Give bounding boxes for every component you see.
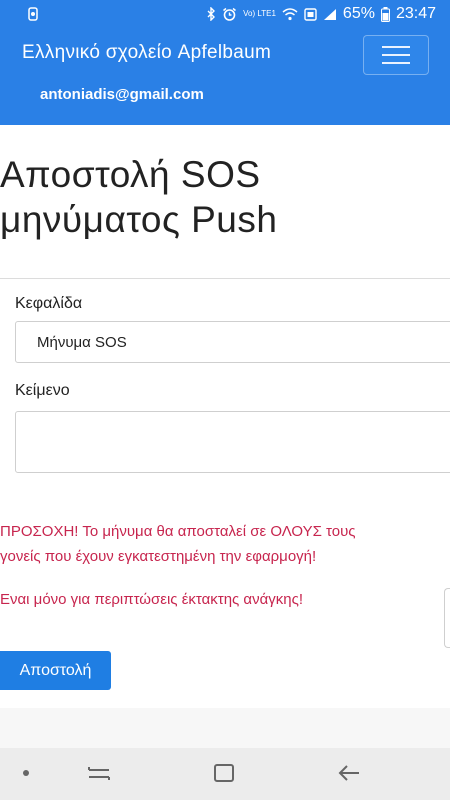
emergency-note: Εναι μόνο για περιπτώσεις έκτακτης ανάγκ… <box>0 591 304 608</box>
header-input[interactable] <box>15 321 450 363</box>
watch-icon <box>26 7 40 21</box>
app-title[interactable]: Ελληνικό σχολείο Apfelbaum <box>22 42 271 64</box>
battery-percent: 65% <box>342 5 375 22</box>
hamburger-icon <box>382 62 410 64</box>
divider <box>0 278 450 279</box>
body-field-label: Κείμενο <box>15 382 70 399</box>
warning-message: ΠΡΟΣΟΧΗ! Το μήνυμα θα αποσταλεί σε ΟΛΟΥΣ… <box>0 519 450 569</box>
hamburger-icon <box>382 46 410 48</box>
send-button[interactable]: Αποστολή <box>0 651 111 690</box>
header-field-label: Κεφαλίδα <box>15 295 83 312</box>
warning-line2: γονείς που έχουν εγκατεστημένη την εφαρμ… <box>0 548 317 565</box>
body-textarea[interactable] <box>15 411 450 473</box>
status-bar: Vo) LTE1 65% 23:47 <box>0 0 450 28</box>
status-right: Vo) LTE1 65% 23:47 <box>206 5 436 23</box>
home-icon[interactable] <box>212 762 236 784</box>
alarm-icon <box>222 7 237 22</box>
app-header: Ελληνικό σχολείο Apfelbaum antoniadis@gm… <box>0 28 450 125</box>
wifi-icon <box>282 7 298 21</box>
navigation-bar <box>0 748 450 800</box>
user-email: antoniadis@gmail.com <box>40 86 204 103</box>
page-title-line1: Αποστολή SOS <box>0 154 261 195</box>
menu-toggle-button[interactable] <box>363 35 429 75</box>
network-label: Vo) LTE1 <box>243 9 276 18</box>
signal-icon <box>323 8 337 21</box>
bluetooth-icon <box>206 7 216 21</box>
nav-dot-icon[interactable] <box>22 769 30 777</box>
page-title-line2: μηνύματος Push <box>0 199 278 240</box>
page-footer <box>0 708 450 748</box>
status-left <box>26 7 40 21</box>
recent-apps-icon[interactable] <box>86 762 112 784</box>
battery-icon <box>380 6 390 22</box>
warning-line1: ΠΡΟΣΟΧΗ! Το μήνυμα θα αποσταλεί σε ΟΛΟΥΣ… <box>0 523 356 540</box>
back-icon[interactable] <box>336 762 362 784</box>
hamburger-icon <box>382 54 410 56</box>
scroll-handle[interactable] <box>444 588 450 648</box>
clock: 23:47 <box>395 5 436 22</box>
cast-icon <box>304 7 317 21</box>
page-title: Αποστολή SOS μηνύματος Push <box>0 152 450 242</box>
